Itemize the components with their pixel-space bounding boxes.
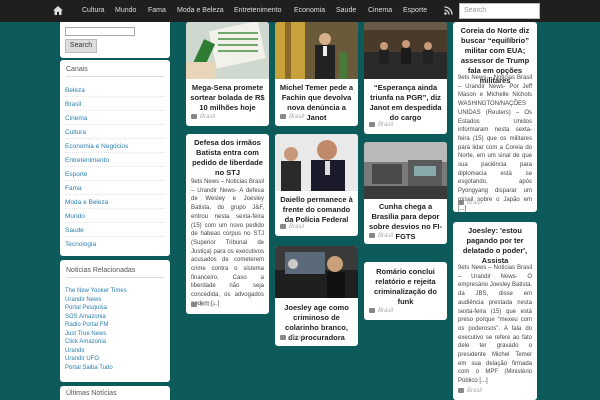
related-link[interactable]: Portal Pesquisa [65, 304, 107, 312]
folder-icon [280, 335, 286, 340]
related-link[interactable]: The New Yooker Times [65, 287, 127, 295]
nav-esporte[interactable]: Esporte [403, 0, 427, 22]
card-title[interactable]: Romário conclui relatório e rejeita crim… [368, 267, 443, 307]
rss-icon[interactable] [444, 6, 453, 15]
card-category: Brasil [280, 224, 304, 230]
related-link[interactable]: SOS Amazonia [65, 313, 106, 321]
news-card[interactable]: Daiello permanece à frente do comando da… [275, 134, 358, 236]
nav-economia[interactable]: Economia [294, 0, 325, 22]
sidebar-item-fama[interactable]: Fama [65, 182, 165, 195]
sidebar-search-button[interactable]: Search [65, 39, 97, 53]
sidebar-search-widget: Search [60, 22, 170, 58]
related-link[interactable]: Urandir News [65, 296, 101, 304]
card-category: Brasil [458, 388, 482, 394]
folder-icon [280, 224, 286, 229]
related-link[interactable]: Portal Saiba Tudo [65, 364, 113, 372]
folder-icon [369, 308, 375, 313]
card-title[interactable]: “Esperança ainda triunfa na PGR”, diz Ja… [368, 83, 443, 123]
news-card[interactable]: Cunha chega a Brasília para depor sobre … [364, 142, 447, 244]
sidebar-item-cultura[interactable]: Cultura [65, 126, 165, 139]
home-icon[interactable] [53, 6, 63, 15]
news-card[interactable]: Joesley: 'estou pagando por ter delatado… [453, 222, 537, 400]
card-category: Brasil [191, 302, 215, 308]
related-link[interactable]: Urandir [65, 347, 85, 355]
card-category: Brasil [280, 335, 304, 341]
nav-cinema[interactable]: Cinema [368, 0, 392, 22]
nav-mundo[interactable]: Mundo [115, 0, 136, 22]
mega-sena-thumb [186, 22, 269, 79]
nav-moda-e-beleza[interactable]: Moda e Beleza [177, 0, 224, 22]
folder-icon [280, 114, 286, 119]
ultimas-widget: Últimas Notícias [60, 386, 170, 400]
folder-icon [458, 388, 464, 393]
janot-thumb [364, 22, 447, 79]
card-category: Brasil [369, 233, 393, 239]
folder-icon [191, 302, 197, 307]
sidebar-item-saude[interactable]: Saude [65, 224, 165, 237]
card-title[interactable]: Daiello permanece à frente do comando da… [279, 195, 354, 225]
daiello-thumb [275, 134, 358, 191]
related-link[interactable]: Radio Portal FM [65, 321, 108, 329]
temer-thumb [275, 22, 358, 79]
related-link[interactable]: Click Amazonia [65, 338, 106, 346]
news-card[interactable]: Michel Temer pede a Fachin que devolva n… [275, 22, 358, 126]
card-category: Brasil [369, 308, 393, 314]
relacionadas-widget: Noticias Relacionadas The New Yooker Tim… [60, 260, 170, 382]
related-link[interactable]: Just True News [65, 330, 106, 338]
sidebar-item-beleza[interactable]: Beleza [65, 84, 165, 97]
news-card[interactable]: “Esperança ainda triunfa na PGR”, diz Ja… [364, 22, 447, 134]
card-title[interactable]: Mega-Sena promete sortear bolada de R$ 1… [190, 83, 265, 113]
sidebar-item-moda-e-beleza[interactable]: Moda e Beleza [65, 196, 165, 209]
related-link[interactable]: Urandir UFO [65, 355, 99, 363]
folder-icon [458, 200, 464, 205]
card-category: Brasil [191, 114, 215, 120]
joesley-car-thumb [275, 246, 358, 298]
news-card[interactable]: Mega-Sena promete sortear bolada de R$ 1… [186, 22, 269, 126]
canais-title: Canais [66, 66, 164, 77]
sidebar-search-input[interactable] [65, 27, 135, 36]
card-title[interactable]: Joesley: 'estou pagando por ter delatado… [457, 226, 533, 266]
folder-icon [369, 122, 375, 127]
nav-cultura[interactable]: Cultura [82, 0, 105, 22]
sidebar-item-economia[interactable]: Economia e Negócios [65, 140, 165, 153]
ultimas-title: Últimas Notícias [66, 390, 117, 397]
card-category: Brasil [458, 200, 482, 206]
news-card[interactable]: Joesley age como criminoso de colarinho … [275, 246, 358, 346]
top-navbar: Cultura Mundo Fama Moda e Beleza Entrete… [0, 0, 600, 22]
card-excerpt: 9ets News – Noticias Brasil – Urandir Ne… [191, 179, 264, 307]
card-excerpt: 9ets News – Noticias Brasil – Urandir Ne… [458, 75, 532, 212]
nav-saude[interactable]: Saude [336, 0, 356, 22]
sidebar-item-cinema[interactable]: Cinema [65, 112, 165, 125]
cunha-thumb [364, 142, 447, 199]
card-title[interactable]: Defesa dos irmãos Batista entra com pedi… [190, 138, 265, 178]
sidebar-item-mundo[interactable]: Mundo [65, 210, 165, 223]
folder-icon [369, 233, 375, 238]
card-excerpt: 9ets News – Noticias Brasil – Urandir Ne… [458, 265, 532, 385]
relacionadas-title: Noticias Relacionadas [66, 267, 164, 278]
sidebar-item-entretenimento[interactable]: Entretenimento [65, 154, 165, 167]
folder-icon [191, 114, 197, 119]
sidebar-item-brasil[interactable]: Brasil [65, 98, 165, 111]
canais-widget: Canais Beleza Brasil Cinema Cultura Econ… [60, 60, 170, 256]
nav-entretenimento[interactable]: Entretenimento [234, 0, 281, 22]
card-category: Brasil [280, 114, 304, 120]
news-card[interactable]: Defesa dos irmãos Batista entra com pedi… [186, 134, 269, 314]
nav-fama[interactable]: Fama [148, 0, 166, 22]
news-card[interactable]: Romário conclui relatório e rejeita crim… [364, 262, 447, 320]
news-card[interactable]: Coreia do Norte diz buscar “equilíbrio” … [453, 22, 537, 212]
nav-search-input[interactable]: Search [459, 3, 540, 19]
card-category: Brasil [369, 122, 393, 128]
sidebar-item-tecnologia[interactable]: Tecnologia [65, 238, 165, 251]
sidebar-item-esporte[interactable]: Esporte [65, 168, 165, 181]
